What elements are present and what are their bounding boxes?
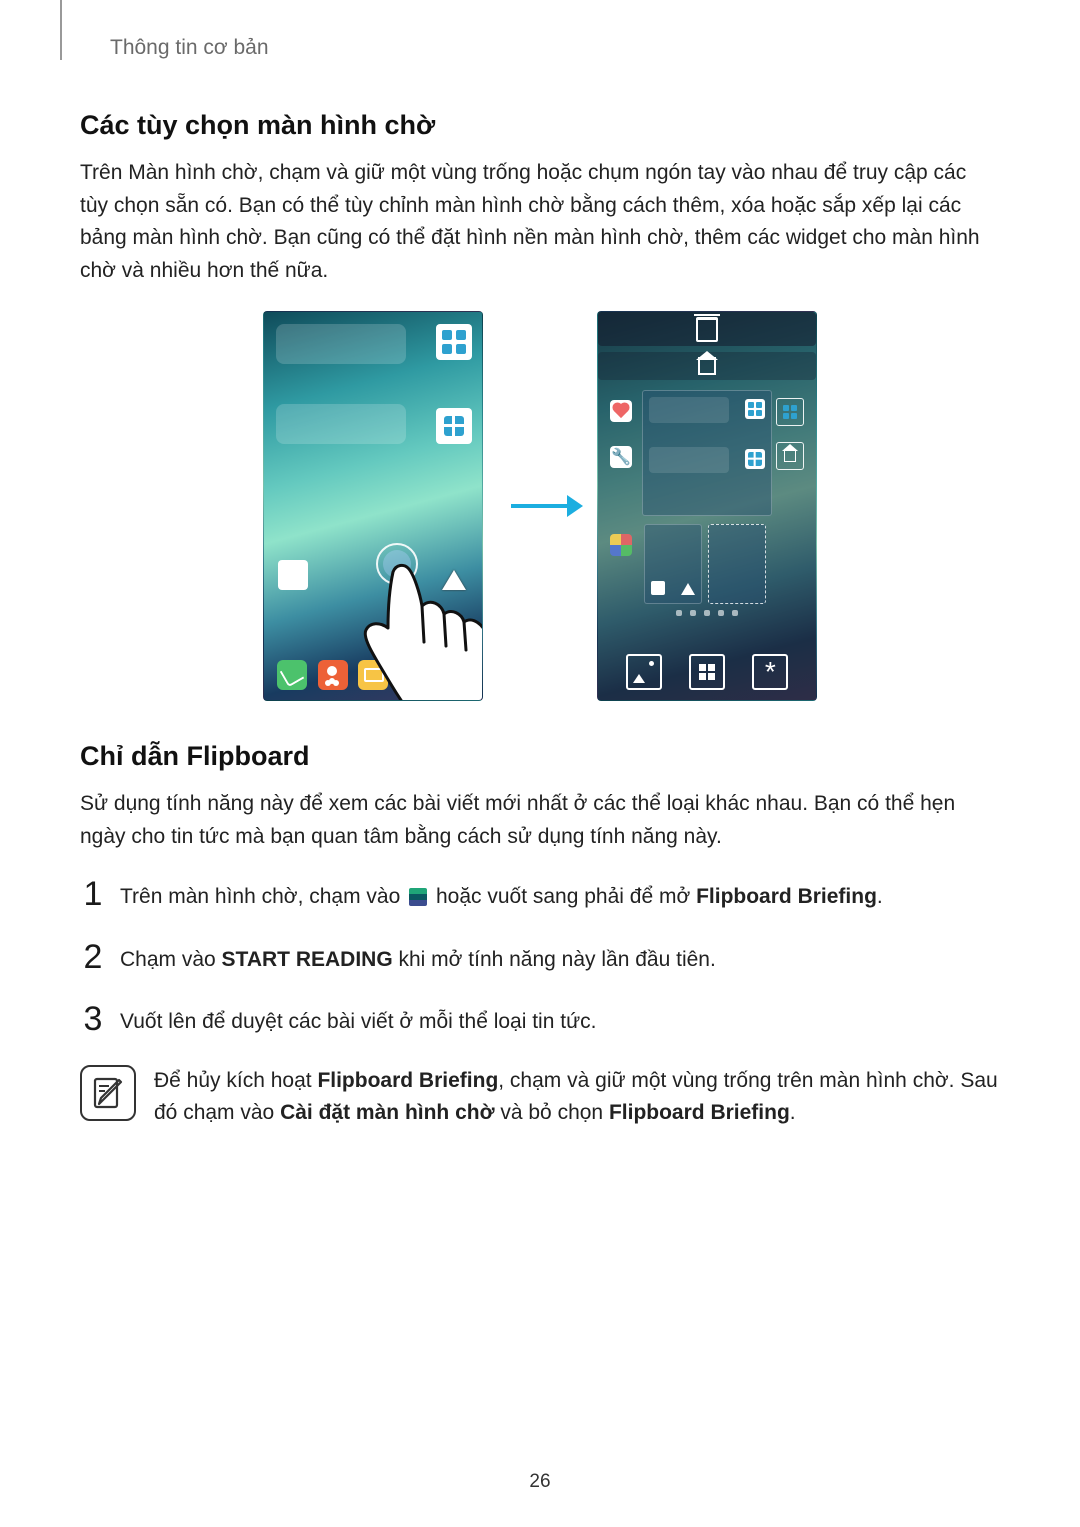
mini-square-icon bbox=[651, 581, 665, 595]
step-3-text: Vuốt lên để duyệt các bài viết ở mỗi thể… bbox=[120, 1002, 596, 1039]
note-tail: . bbox=[790, 1101, 796, 1124]
note-block: Để hủy kích hoạt Flipboard Briefing, chạ… bbox=[80, 1065, 1000, 1130]
panel-thumb-add bbox=[708, 524, 766, 604]
note-b2: Cài đặt màn hình chờ bbox=[280, 1101, 494, 1124]
section1-body: Trên Màn hình chờ, chạm và giữ một vùng … bbox=[80, 157, 1000, 287]
mini-gift-icon bbox=[745, 449, 765, 469]
step-2: 2 Chạm vào START READING khi mở tính năn… bbox=[80, 940, 1000, 977]
step-2-pre: Chạm vào bbox=[120, 948, 222, 971]
note-mid2: và bỏ chọn bbox=[495, 1101, 609, 1124]
step-2-post: khi mở tính năng này lần đầu tiên. bbox=[393, 948, 716, 971]
step-2-bold: START READING bbox=[222, 948, 393, 971]
mini-triangle-icon bbox=[681, 583, 695, 595]
figure-phone-before bbox=[263, 311, 483, 701]
color-swatch-icon bbox=[610, 534, 632, 556]
page-number: 26 bbox=[0, 1471, 1080, 1493]
wallpapers-icon bbox=[626, 654, 662, 690]
home-outline-icon bbox=[776, 442, 804, 470]
breadcrumb: Thông tin cơ bản bbox=[110, 36, 1000, 60]
note-pre: Để hủy kích hoạt bbox=[154, 1069, 317, 1092]
home-panel-preview bbox=[642, 390, 772, 516]
touch-hand-icon bbox=[352, 546, 483, 701]
figure-phone-after: 🔧 bbox=[597, 311, 817, 701]
heart-icon bbox=[610, 400, 632, 422]
step-3: 3 Vuốt lên để duyệt các bài viết ở mỗi t… bbox=[80, 1002, 1000, 1039]
header-side-rule bbox=[60, 0, 62, 60]
contacts-app-icon bbox=[318, 660, 348, 690]
folder-blur-2 bbox=[276, 404, 406, 444]
gift-icon bbox=[436, 408, 472, 444]
step-1: 1 Trên màn hình chờ, chạm vào hoặc vuốt … bbox=[80, 877, 1000, 914]
step-1-tail: . bbox=[877, 885, 883, 908]
widgets-icon bbox=[436, 324, 472, 360]
trash-icon bbox=[696, 317, 718, 342]
page-indicator bbox=[598, 610, 816, 616]
step-3-number: 3 bbox=[80, 1002, 106, 1036]
mini-grid-icon bbox=[745, 399, 765, 419]
step-1-post: hoặc vuốt sang phải để mở bbox=[436, 885, 696, 908]
mini-folder-1 bbox=[649, 397, 729, 423]
step-1-number: 1 bbox=[80, 877, 106, 911]
section1-title: Các tùy chọn màn hình chờ bbox=[80, 110, 1000, 141]
step-1-bold: Flipboard Briefing bbox=[696, 885, 877, 908]
home-bar bbox=[598, 352, 816, 380]
panel-thumb-1 bbox=[644, 524, 702, 604]
step-1-pre: Trên màn hình chờ, chạm vào bbox=[120, 885, 406, 908]
figure-row: 🔧 bbox=[80, 311, 1000, 701]
home-icon bbox=[698, 357, 716, 375]
step-2-number: 2 bbox=[80, 940, 106, 974]
step-2-text: Chạm vào START READING khi mở tính năng … bbox=[120, 940, 716, 977]
note-b3: Flipboard Briefing bbox=[609, 1101, 790, 1124]
grid-outline-icon bbox=[776, 398, 804, 426]
section2-body: Sử dụng tính năng này để xem các bài viế… bbox=[80, 788, 1000, 853]
phone-app-icon bbox=[277, 660, 307, 690]
wrench-icon: 🔧 bbox=[610, 446, 632, 468]
app-tile-icon bbox=[278, 560, 308, 590]
mini-folder-2 bbox=[649, 447, 729, 473]
note-icon bbox=[80, 1065, 136, 1121]
delete-bar bbox=[598, 312, 816, 346]
folder-blur-1 bbox=[276, 324, 406, 364]
bottom-options bbox=[598, 654, 816, 690]
arrow-right-icon bbox=[511, 504, 569, 508]
widgets-grid-icon bbox=[689, 654, 725, 690]
note-text: Để hủy kích hoạt Flipboard Briefing, chạ… bbox=[154, 1065, 1000, 1130]
flipboard-tile-icon bbox=[409, 888, 427, 906]
steps-list: 1 Trên màn hình chờ, chạm vào hoặc vuốt … bbox=[80, 877, 1000, 1039]
gear-icon bbox=[752, 654, 788, 690]
section2-title: Chỉ dẫn Flipboard bbox=[80, 741, 1000, 772]
step-1-text: Trên màn hình chờ, chạm vào hoặc vuốt sa… bbox=[120, 877, 883, 914]
note-b1: Flipboard Briefing bbox=[317, 1069, 498, 1092]
